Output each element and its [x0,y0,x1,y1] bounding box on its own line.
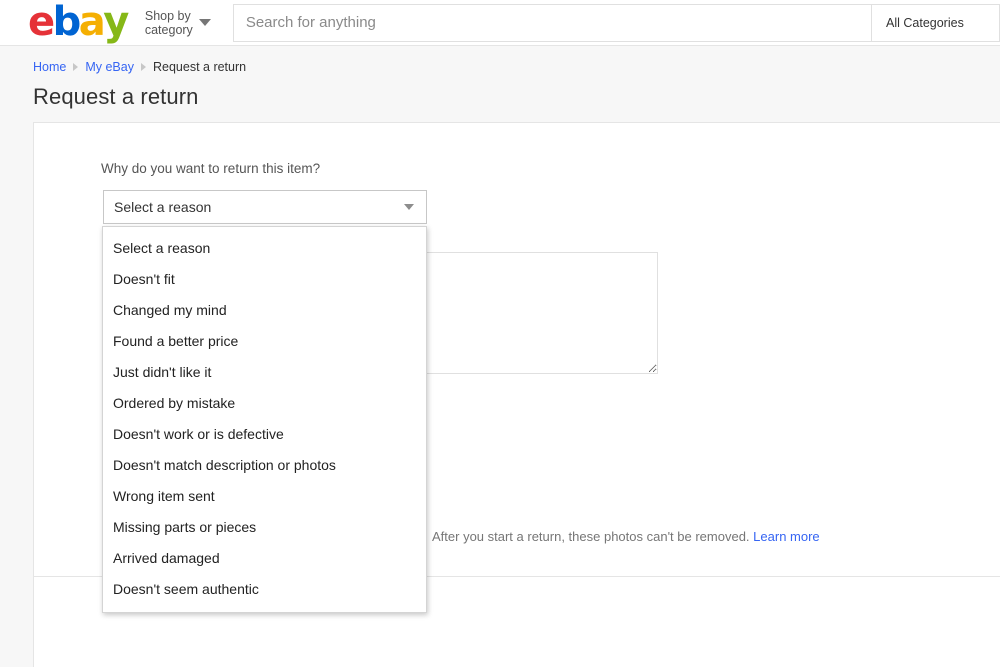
page-title: Request a return [33,84,199,109]
return-reason-selected-value: Select a reason [114,199,212,215]
dropdown-option[interactable]: Just didn't like it [103,357,426,388]
dropdown-option[interactable]: Doesn't work or is defective [103,419,426,450]
search-bar: All Categories [232,3,1000,42]
breadcrumb: Home My eBay Request a return [33,60,1000,74]
photos-note-text: After you start a return, these photos c… [432,529,750,544]
dropdown-option[interactable]: Found a better price [103,326,426,357]
logo-letter-a: a [78,0,106,45]
learn-more-link[interactable]: Learn more [753,529,819,544]
breadcrumb-separator-icon [73,63,79,71]
logo-letter-y: y [103,0,129,45]
breadcrumb-separator-icon [140,63,146,71]
shop-by-category-line2: category [144,22,193,37]
dropdown-option[interactable]: Missing parts or pieces [103,512,426,543]
all-categories-select[interactable]: All Categories [872,3,1000,42]
shop-by-category-label: Shop by category [145,9,193,37]
chevron-down-icon [404,204,414,210]
return-reason-select[interactable]: Select a reason [103,190,427,224]
dropdown-option[interactable]: Doesn't seem authentic [103,574,426,605]
search-input[interactable] [232,3,872,42]
logo-letter-b: b [52,0,82,45]
page-header-area: Home My eBay Request a return Request a … [0,46,1000,110]
return-reason-label: Why do you want to return this item? [101,161,321,176]
breadcrumb-item-my-ebay[interactable]: My eBay [85,60,134,74]
breadcrumb-item-home[interactable]: Home [33,60,66,74]
logo-letter-e: e [28,0,55,45]
shop-by-category-line1: Shop by [144,8,191,23]
photos-note: After you start a return, these photos c… [432,529,820,544]
chevron-down-icon [198,19,211,26]
return-reason-dropdown-list: Select a reason Doesn't fit Changed my m… [102,226,427,613]
dropdown-option[interactable]: Changed my mind [103,295,426,326]
dropdown-option[interactable]: Arrived damaged [103,543,426,574]
all-categories-label: All Categories [886,15,964,30]
dropdown-option[interactable]: Wrong item sent [103,481,426,512]
site-header: e b a y Shop by category All Categories [0,0,1000,46]
ebay-logo[interactable]: e b a y [28,0,129,45]
dropdown-option[interactable]: Doesn't match description or photos [103,450,426,481]
dropdown-option[interactable]: Doesn't fit [103,264,426,295]
dropdown-option[interactable]: Select a reason [103,233,426,264]
breadcrumb-item-current: Request a return [152,60,247,74]
dropdown-option[interactable]: Ordered by mistake [103,388,426,419]
shop-by-category-button[interactable]: Shop by category [145,9,211,37]
